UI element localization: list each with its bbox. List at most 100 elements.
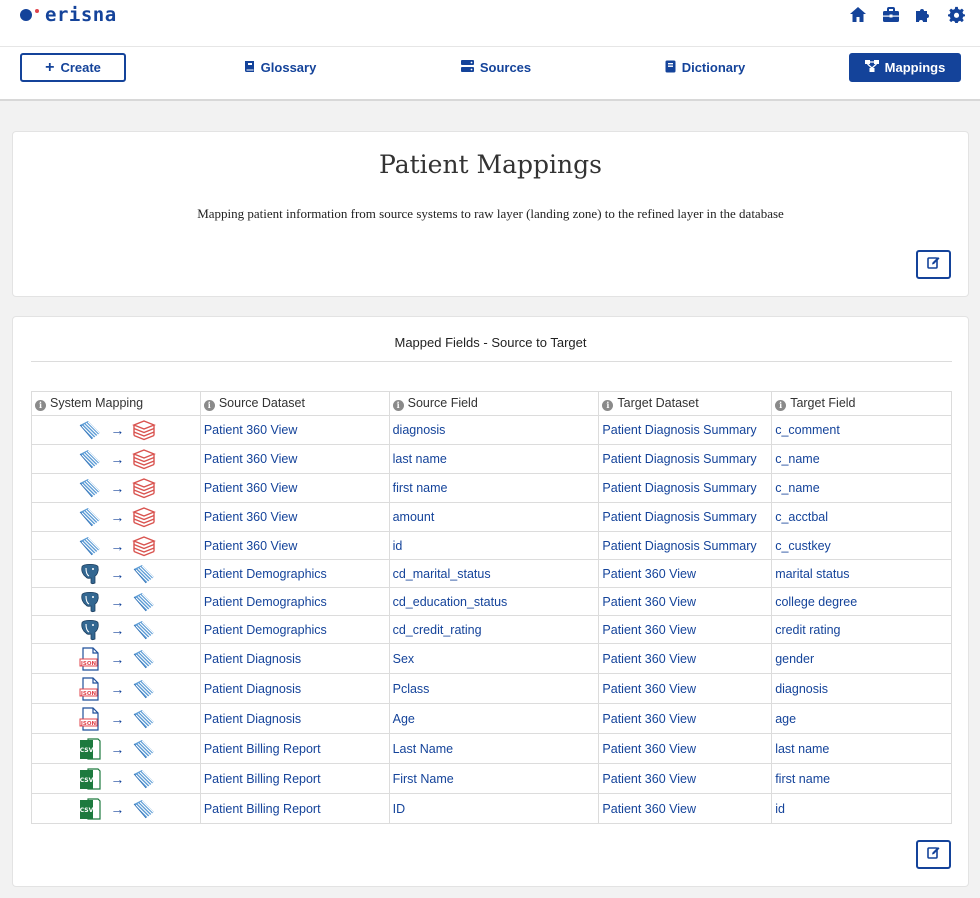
source-dataset-cell[interactable]: Patient Demographics: [199, 587, 390, 616]
source-dataset-cell[interactable]: Patient Demographics: [199, 559, 390, 588]
target-dataset-cell[interactable]: Patient Diagnosis Summary: [598, 415, 773, 445]
column-header-label: Source Field: [407, 396, 478, 411]
source-field-cell[interactable]: first name: [388, 473, 600, 503]
striped-dataset-icon: [78, 476, 102, 500]
home-icon[interactable]: [848, 5, 867, 24]
source-dataset-cell[interactable]: Patient Diagnosis: [199, 643, 390, 674]
source-field-cell[interactable]: ID: [388, 793, 600, 824]
target-dataset-cell[interactable]: Patient 360 View: [598, 615, 773, 644]
table-row[interactable]: CSV → Patient Billing Report Last Name Patie…: [31, 733, 952, 764]
column-header[interactable]: i Target Field: [771, 391, 952, 416]
table-row[interactable]: → Patient Demographics cd_marital_status Pa…: [31, 559, 952, 588]
source-field-cell[interactable]: last name: [388, 444, 600, 474]
puzzle-icon[interactable]: [914, 5, 933, 24]
source-field-cell[interactable]: Pclass: [388, 673, 600, 704]
app-logo[interactable]: erisna: [20, 4, 117, 26]
info-icon[interactable]: i: [775, 399, 787, 411]
nav-glossary[interactable]: Glossary: [230, 53, 330, 82]
edit-header-button[interactable]: [916, 250, 951, 279]
target-field-cell[interactable]: age: [771, 703, 952, 734]
create-button[interactable]: + Create: [20, 53, 126, 82]
table-row[interactable]: → Patient 360 View id Patient Diagnosis Sum…: [31, 531, 952, 560]
nav-mappings[interactable]: Mappings: [849, 53, 961, 82]
column-header[interactable]: i Source Dataset: [199, 391, 390, 416]
source-dataset-cell[interactable]: Patient 360 View: [199, 502, 390, 532]
source-field-cell[interactable]: Last Name: [388, 733, 600, 764]
source-field-cell[interactable]: diagnosis: [388, 415, 600, 445]
source-field-cell[interactable]: First Name: [388, 763, 600, 794]
glossary-label: Glossary: [260, 60, 317, 75]
column-header[interactable]: i System Mapping: [31, 391, 201, 416]
table-row[interactable]: JSON → Patient Diagnosis Age Patient 360 Vie…: [31, 703, 952, 734]
source-field-cell[interactable]: amount: [388, 502, 600, 532]
target-dataset-cell[interactable]: Patient 360 View: [598, 793, 773, 824]
target-dataset-cell[interactable]: Patient 360 View: [598, 673, 773, 704]
table-row[interactable]: → Patient Demographics cd_credit_rating Pat…: [31, 615, 952, 644]
target-dataset-cell[interactable]: Patient 360 View: [598, 703, 773, 734]
source-field-cell[interactable]: cd_credit_rating: [388, 615, 600, 644]
table-row[interactable]: CSV → Patient Billing Report First Name Pati…: [31, 763, 952, 794]
target-dataset-cell[interactable]: Patient 360 View: [598, 733, 773, 764]
target-field-cell[interactable]: c_acctbal: [771, 502, 952, 532]
info-icon[interactable]: i: [602, 399, 614, 411]
source-field-cell[interactable]: cd_education_status: [388, 587, 600, 616]
target-field-cell[interactable]: first name: [771, 763, 952, 794]
target-dataset-cell[interactable]: Patient Diagnosis Summary: [598, 473, 773, 503]
column-header[interactable]: i Target Dataset: [598, 391, 773, 416]
column-header[interactable]: i Source Field: [388, 391, 600, 416]
target-dataset-cell[interactable]: Patient Diagnosis Summary: [598, 531, 773, 560]
target-dataset-cell[interactable]: Patient Diagnosis Summary: [598, 502, 773, 532]
table-row[interactable]: JSON → Patient Diagnosis Pclass Patient 360 …: [31, 673, 952, 704]
table-row[interactable]: → Patient 360 View amount Patient Diagnosis…: [31, 502, 952, 532]
source-dataset-cell[interactable]: Patient 360 View: [199, 531, 390, 560]
source-dataset-cell[interactable]: Patient Billing Report: [199, 763, 390, 794]
table-row[interactable]: JSON → Patient Diagnosis Sex Patient 360 Vie…: [31, 643, 952, 674]
source-dataset-cell[interactable]: Patient Billing Report: [199, 733, 390, 764]
target-dataset-cell[interactable]: Patient 360 View: [598, 559, 773, 588]
info-icon[interactable]: i: [203, 399, 215, 411]
source-dataset-cell[interactable]: Patient 360 View: [199, 415, 390, 445]
target-field-cell[interactable]: c_custkey: [771, 531, 952, 560]
source-dataset-cell[interactable]: Patient Demographics: [199, 615, 390, 644]
target-dataset-cell[interactable]: Patient 360 View: [598, 763, 773, 794]
table-row[interactable]: → Patient 360 View last name Patient Diagno…: [31, 444, 952, 474]
target-dataset-cell[interactable]: Patient 360 View: [598, 643, 773, 674]
arrow-right-icon: →: [110, 593, 125, 610]
source-field-cell[interactable]: Age: [388, 703, 600, 734]
edit-mappings-button[interactable]: [916, 840, 951, 869]
target-field-cell[interactable]: c_name: [771, 473, 952, 503]
source-field-cell[interactable]: cd_marital_status: [388, 559, 600, 588]
logo-accent-dot: [35, 9, 39, 13]
source-dataset-cell[interactable]: Patient Billing Report: [199, 793, 390, 824]
table-row[interactable]: → Patient 360 View first name Patient Diagn…: [31, 473, 952, 503]
target-field-cell[interactable]: gender: [771, 643, 952, 674]
target-field-cell[interactable]: last name: [771, 733, 952, 764]
briefcase-icon[interactable]: [881, 5, 900, 24]
target-field-cell[interactable]: college degree: [771, 587, 952, 616]
nav-dictionary[interactable]: Dictionary: [645, 53, 765, 82]
target-field-cell[interactable]: id: [771, 793, 952, 824]
striped-dataset-icon: [78, 418, 102, 442]
info-icon[interactable]: i: [392, 399, 404, 411]
target-field-cell[interactable]: credit rating: [771, 615, 952, 644]
source-field-cell[interactable]: id: [388, 531, 600, 560]
source-dataset-cell[interactable]: Patient Diagnosis: [199, 673, 390, 704]
table-row[interactable]: → Patient Demographics cd_education_status…: [31, 587, 952, 616]
source-dataset-cell[interactable]: Patient Diagnosis: [199, 703, 390, 734]
target-field-cell[interactable]: c_comment: [771, 415, 952, 445]
info-icon[interactable]: i: [35, 399, 46, 411]
target-field-cell[interactable]: marital status: [771, 559, 952, 588]
page-title: Patient Mappings: [379, 150, 602, 179]
nav-sources[interactable]: Sources: [446, 53, 546, 82]
target-dataset-cell[interactable]: Patient 360 View: [598, 587, 773, 616]
app-name: erisna: [45, 4, 117, 26]
target-field-cell[interactable]: diagnosis: [771, 673, 952, 704]
table-row[interactable]: → Patient 360 View diagnosis Patient Diagno…: [31, 415, 952, 445]
gear-icon[interactable]: [947, 5, 966, 24]
source-field-cell[interactable]: Sex: [388, 643, 600, 674]
table-row[interactable]: CSV → Patient Billing Report ID Patient 360 …: [31, 793, 952, 824]
target-field-cell[interactable]: c_name: [771, 444, 952, 474]
source-dataset-cell[interactable]: Patient 360 View: [199, 444, 390, 474]
target-dataset-cell[interactable]: Patient Diagnosis Summary: [598, 444, 773, 474]
source-dataset-cell[interactable]: Patient 360 View: [199, 473, 390, 503]
